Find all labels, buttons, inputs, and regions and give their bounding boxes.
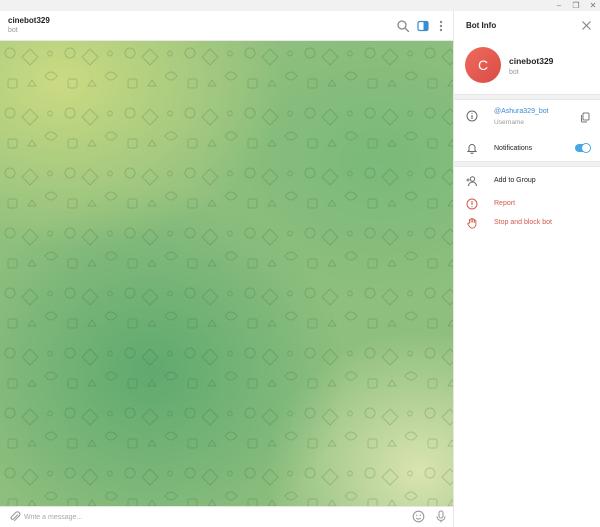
side-panel-icon xyxy=(417,20,429,32)
doodle-pattern xyxy=(0,41,453,506)
notifications-label: Notifications xyxy=(494,145,533,152)
avatar[interactable]: C xyxy=(465,47,501,83)
search-icon xyxy=(397,20,410,33)
chat-message-area[interactable] xyxy=(0,41,453,506)
bot-info-panel: Bot Info C cinebot329 bot @Ashura329_bot… xyxy=(453,11,600,527)
microphone-icon[interactable] xyxy=(435,510,447,523)
stop-and-block-button[interactable]: Stop and block bot xyxy=(494,219,552,226)
bot-name: cinebot329 xyxy=(509,56,554,66)
chat-title[interactable]: cinebot329 xyxy=(8,16,50,25)
close-window-button[interactable]: ✕ xyxy=(586,0,600,11)
close-icon[interactable] xyxy=(581,20,592,31)
copy-icon[interactable] xyxy=(580,112,590,123)
toggle-info-panel-button[interactable] xyxy=(416,19,430,33)
minimize-button[interactable]: – xyxy=(552,0,566,11)
username-link[interactable]: @Ashura329_bot xyxy=(494,108,549,115)
section-divider xyxy=(454,94,600,100)
bot-type-label: bot xyxy=(509,69,519,76)
message-composer xyxy=(0,506,453,527)
info-icon xyxy=(466,110,478,122)
paperclip-icon[interactable] xyxy=(9,511,21,523)
username-caption: Username xyxy=(494,119,524,126)
emoji-icon[interactable] xyxy=(412,510,425,523)
hand-stop-icon xyxy=(466,217,478,229)
notifications-toggle[interactable] xyxy=(575,143,591,153)
section-divider xyxy=(454,161,600,167)
chat-status: bot xyxy=(8,27,18,34)
more-menu-button[interactable] xyxy=(434,19,448,33)
message-input[interactable] xyxy=(24,511,404,524)
report-button[interactable]: Report xyxy=(494,200,515,207)
toggle-knob xyxy=(581,143,591,153)
search-button[interactable] xyxy=(396,19,410,33)
bell-icon xyxy=(466,142,478,154)
more-vertical-icon xyxy=(439,20,443,32)
report-icon xyxy=(466,198,478,210)
add-user-icon xyxy=(466,175,478,187)
window-title-bar: – ❐ ✕ xyxy=(0,0,600,11)
maximize-button[interactable]: ❐ xyxy=(569,0,583,11)
chat-header[interactable]: cinebot329 bot xyxy=(0,11,453,41)
panel-title: Bot Info xyxy=(466,21,497,30)
add-to-group-button[interactable]: Add to Group xyxy=(494,177,536,184)
